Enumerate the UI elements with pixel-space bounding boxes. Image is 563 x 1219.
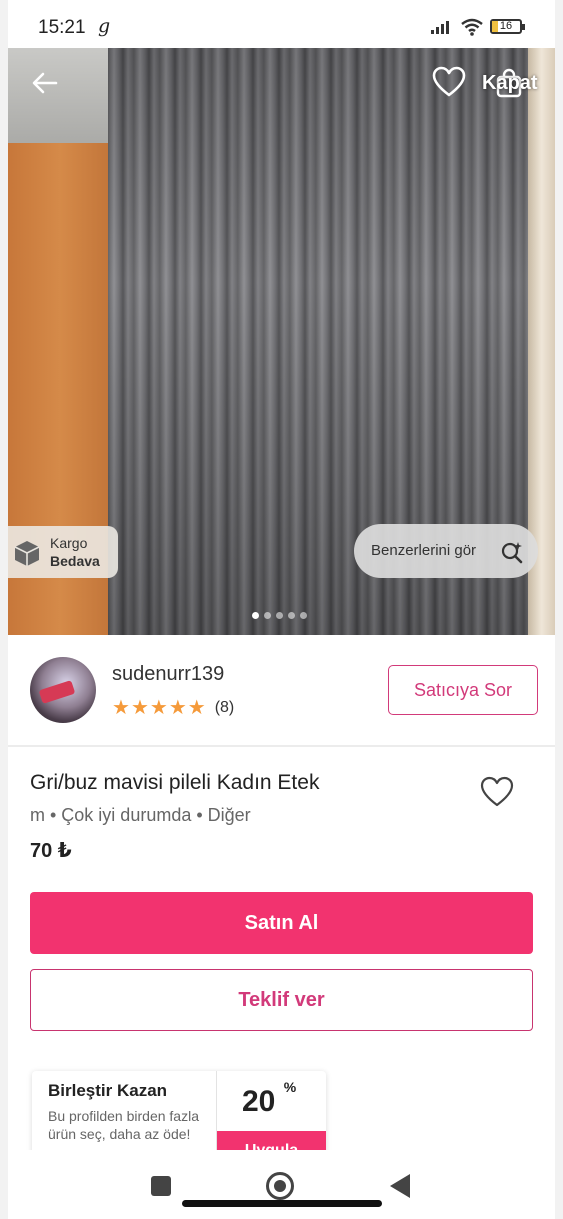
back-arrow-icon[interactable] (30, 68, 60, 98)
heart-icon[interactable] (432, 66, 466, 98)
battery-icon: 16 (490, 19, 525, 34)
see-similar-button[interactable]: Benzerlerini gör (354, 524, 538, 578)
wifi-icon (461, 18, 483, 36)
star-icon: ★ (130, 697, 150, 719)
free-label: Bedava (50, 553, 100, 569)
carousel-dot (300, 612, 307, 619)
status-time: 15:21 (38, 17, 86, 38)
home-nav-icon[interactable] (266, 1172, 294, 1200)
star-icon: ★ (149, 697, 169, 719)
signal-icon (431, 21, 449, 34)
box-icon (14, 541, 40, 566)
photo-paper-detail (8, 48, 108, 148)
system-nav-bar (8, 1150, 555, 1219)
carousel-indicator (252, 606, 312, 624)
close-button[interactable]: Kapat (482, 72, 538, 95)
product-meta: m • Çok iyi durumda • Diğer (30, 805, 251, 825)
review-count: (8) (214, 699, 235, 716)
notification-icon: g (98, 15, 111, 37)
combine-discount-card[interactable]: Birleştir Kazan Bu profilden birden fazl… (32, 1071, 326, 1161)
cargo-label: Kargo (50, 535, 88, 551)
carousel-dot (288, 612, 295, 619)
status-bar: 15:21 g 16 (8, 0, 555, 48)
discount-percent: 20 % (242, 1079, 296, 1119)
back-nav-icon[interactable] (390, 1174, 410, 1198)
gesture-pill (182, 1200, 382, 1207)
heart-outline-icon[interactable] (480, 776, 514, 808)
square-nav-icon[interactable] (151, 1176, 171, 1196)
seller-rating: ★★★★★ (8) (112, 695, 234, 720)
seller-username[interactable]: sudenurr139 (112, 663, 224, 686)
seller-avatar[interactable] (30, 657, 96, 723)
seller-section: sudenurr139 ★★★★★ (8) Satıcıya Sor (8, 635, 555, 747)
star-icon: ★ (168, 697, 188, 719)
free-shipping-badge: Kargo Bedava (8, 526, 118, 578)
combine-title: Birleştir Kazan (48, 1081, 168, 1100)
carousel-dot (252, 612, 259, 619)
discount-value: 20 (242, 1085, 276, 1118)
percent-sign: % (283, 1079, 297, 1095)
product-price: 70 ₺ (30, 840, 72, 862)
carousel-dot (264, 612, 271, 619)
product-image-carousel[interactable]: Kapat Kargo Bedava Benzerlerini gör (8, 48, 555, 635)
search-sparkle-icon (501, 542, 523, 564)
battery-level: 16 (499, 20, 513, 32)
product-title: Gri/buz mavisi pileli Kadın Etek (30, 771, 320, 794)
carousel-dot (276, 612, 283, 619)
ask-seller-button[interactable]: Satıcıya Sor (388, 665, 538, 715)
buy-button[interactable]: Satın Al (30, 892, 533, 954)
star-icon: ★ (187, 697, 207, 719)
see-similar-label: Benzerlerini gör (371, 542, 477, 559)
make-offer-button[interactable]: Teklif ver (30, 969, 533, 1031)
combine-description: Bu profilden birden fazla ürün seç, daha… (48, 1108, 199, 1142)
star-icon: ★ (112, 697, 131, 719)
app-frame: 15:21 g 16 Kapat Kargo Bedava Benzerleri… (8, 0, 555, 1219)
